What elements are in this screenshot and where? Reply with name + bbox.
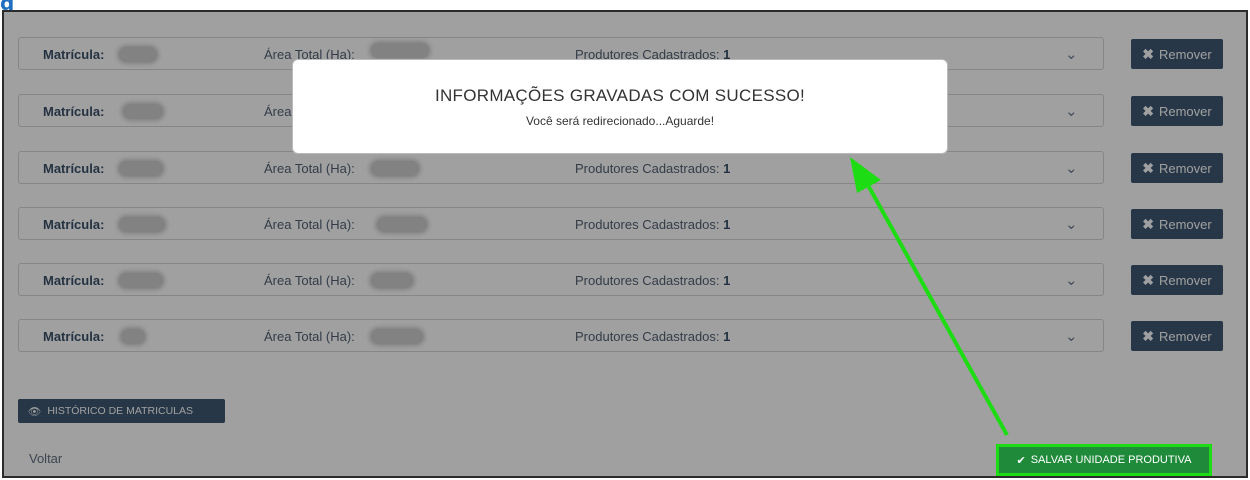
productive-unit-panel: Matrícula: Área Total (Ha): Produtores C…: [2, 10, 1248, 478]
annotation-arrow-icon: [850, 157, 1009, 436]
